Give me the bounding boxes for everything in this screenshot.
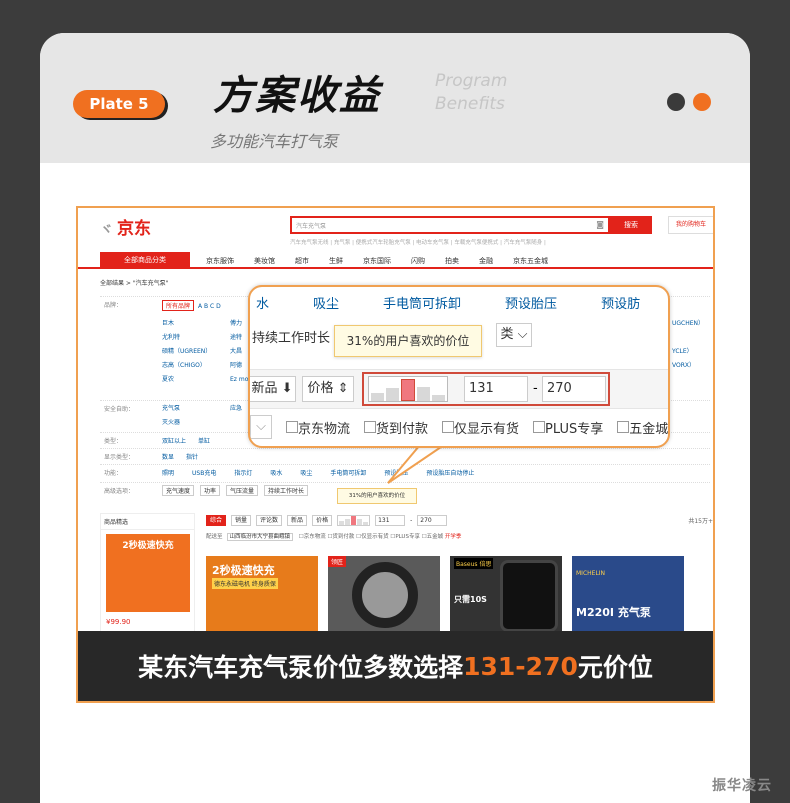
price-histogram-bar[interactable] (357, 518, 363, 525)
orange-dot-icon (693, 93, 711, 111)
tire-image (500, 560, 558, 632)
watermark: 振华凌云 (712, 778, 772, 794)
mag-price-histogram[interactable] (368, 376, 448, 402)
sort-price[interactable]: 价格 (312, 514, 333, 526)
mag-ship-option[interactable]: PLUS专享 (545, 418, 603, 437)
checkbox[interactable] (286, 421, 298, 433)
page-title-en: Program Benefits (435, 70, 545, 116)
ship-option[interactable]: 京东物流 (304, 534, 326, 540)
mag-function-item[interactable]: 手电筒可拆卸 (383, 293, 461, 312)
title-en-line2: Benefits (435, 94, 505, 114)
mag-price-high-input[interactable]: 270 (542, 376, 606, 402)
plate-card: Plate 5 方案收益 Program Benefits 多功能汽车打气泵 ヾ… (40, 33, 750, 803)
sort-sales[interactable]: 销量 (231, 514, 252, 526)
arrow-down-icon: ⬇ (281, 381, 293, 396)
sort-new[interactable]: 新品 (287, 514, 308, 526)
conclusion-text: 某东汽车充气泵价位多数选择 (138, 653, 464, 682)
mini-sort-bar: 综合 销量 评论数 新品 价格 131- 270 共15万+ (206, 513, 713, 527)
page-subtitle: 多功能汽车打气泵 (210, 132, 339, 151)
mini-price-high[interactable]: 270 (417, 514, 448, 526)
price-histogram-bar[interactable] (345, 518, 351, 525)
mag-ship-option[interactable]: 仅显示有货 (454, 418, 519, 437)
page-title: 方案收益 (213, 73, 381, 119)
title-en-line1: Program (435, 71, 508, 91)
price-histogram-bar[interactable] (386, 388, 400, 401)
side-featured: 商品精选 2秒极速快充 ¥99.90 (100, 513, 195, 633)
ship-option[interactable]: 仅显示有货 (361, 534, 389, 540)
product-card[interactable]: Baseus 倍思 只需10S (450, 556, 562, 633)
mini-ship-row: 配送至 山西临汾市大宁县曲峨镇 ☐京东物流 ☐货到付款 ☐仅显示有货 ☐PLUS专… (206, 533, 462, 541)
mag-price-low-input[interactable]: 131 (464, 376, 528, 402)
ship-label: 配送至 (206, 534, 223, 540)
side-product-price: ¥99.90 (106, 618, 131, 626)
mag-sort-price[interactable]: 价格 ⇕ (302, 376, 354, 402)
ship-option[interactable]: 货到付款 (332, 534, 354, 540)
side-product-image[interactable]: 2秒极速快充 (106, 534, 190, 612)
price-histogram-bar[interactable] (401, 379, 415, 401)
mag-sort-new[interactable]: 新品 ⬇ (250, 376, 296, 402)
dark-dot-icon (667, 93, 685, 111)
mag-ship-option[interactable]: 京东物流 (298, 418, 350, 437)
sort-comments[interactable]: 评论数 (256, 514, 283, 526)
conclusion-suffix: 元价位 (577, 653, 653, 682)
ship-vip[interactable]: 开学季 (445, 534, 462, 540)
magnified-filter-panel: 水 吸尘 手电筒可拆卸 预设胎压 预设肪 持续工作时长 类 ⌵ 新品 ⬇ 价格 … (248, 285, 670, 448)
price-histogram-bar[interactable] (431, 395, 445, 401)
mini-price-low[interactable]: 131 (375, 514, 406, 526)
checkbox[interactable] (442, 421, 455, 433)
mag-ship-option[interactable]: 五金城 (629, 418, 668, 437)
mag-advanced-row: 持续工作时长 类 ⌵ (252, 323, 532, 347)
price-tooltip: 31%的用户喜欢的价位 (334, 325, 482, 357)
checkbox[interactable] (364, 421, 377, 433)
ship-address[interactable]: 山西临汾市大宁县曲峨镇 (226, 533, 294, 541)
mini-price-histogram[interactable] (337, 514, 371, 526)
conclusion-highlight: 131-270 (463, 651, 578, 681)
side-title: 商品精选 (101, 514, 194, 530)
checkbox[interactable] (533, 421, 546, 433)
price-histogram-bar[interactable] (351, 515, 357, 525)
wheel-image (352, 562, 418, 628)
mag-range-dash: - (533, 381, 538, 396)
sort-arrows-icon: ⇕ (337, 381, 349, 396)
price-histogram-bar[interactable] (416, 387, 430, 401)
chevron-down-icon[interactable]: ⌵ (250, 415, 272, 439)
conclusion-bar: 某东汽车充气泵价位多数选择 131-270 元价位 (78, 631, 713, 701)
mag-function-item[interactable]: 水 (256, 293, 269, 312)
ship-option[interactable]: PLUS专享 (395, 534, 420, 540)
product-grid: 2秒极速快充 德东永磁电机 终身质保 领匠 Baseus 倍思 只需10S MICH… (206, 556, 684, 633)
mag-type-dropdown[interactable]: 类 ⌵ (496, 323, 532, 347)
price-histogram-bar[interactable] (363, 521, 369, 525)
mag-function-item[interactable]: 预设肪 (601, 293, 640, 312)
mag-work-time[interactable]: 持续工作时长 (252, 331, 330, 346)
product-card[interactable]: MICHELIN M220I 充气泵 (572, 556, 684, 633)
product-card[interactable]: 2秒极速快充 德东永磁电机 终身质保 (206, 556, 318, 633)
screenshot-frame: ヾ京东 汽车充气泵 ◙ 搜索 我的购物车 汽车充气泵无线 | 充气泵 | 便携式汽… (76, 206, 715, 703)
mag-function-item[interactable]: 吸尘 (313, 293, 339, 312)
price-histogram-bar[interactable] (371, 393, 385, 401)
plate-badge: Plate 5 (73, 90, 165, 118)
card-header: Plate 5 方案收益 Program Benefits 多功能汽车打气泵 (40, 33, 750, 163)
product-card[interactable]: 领匠 (328, 556, 440, 633)
price-histogram-bar[interactable] (339, 520, 345, 525)
checkbox[interactable] (617, 421, 630, 433)
mag-ship-option[interactable]: 货到付款 (376, 418, 428, 437)
mag-function-row: 水 吸尘 手电筒可拆卸 预设胎压 预设肪 (256, 293, 668, 312)
mag-sort-bar: 新品 ⬇ 价格 ⇕ 131 - 270 (250, 369, 668, 409)
sort-comprehensive[interactable]: 综合 (206, 514, 227, 526)
result-count: 共15万+ (688, 517, 713, 525)
mag-ship-options: ⌵ 京东物流 货到付款 仅显示有货 PLUS专享 五金城 (250, 415, 668, 439)
mag-function-item[interactable]: 预设胎压 (505, 293, 557, 312)
ship-option[interactable]: 五金城 (427, 534, 444, 540)
